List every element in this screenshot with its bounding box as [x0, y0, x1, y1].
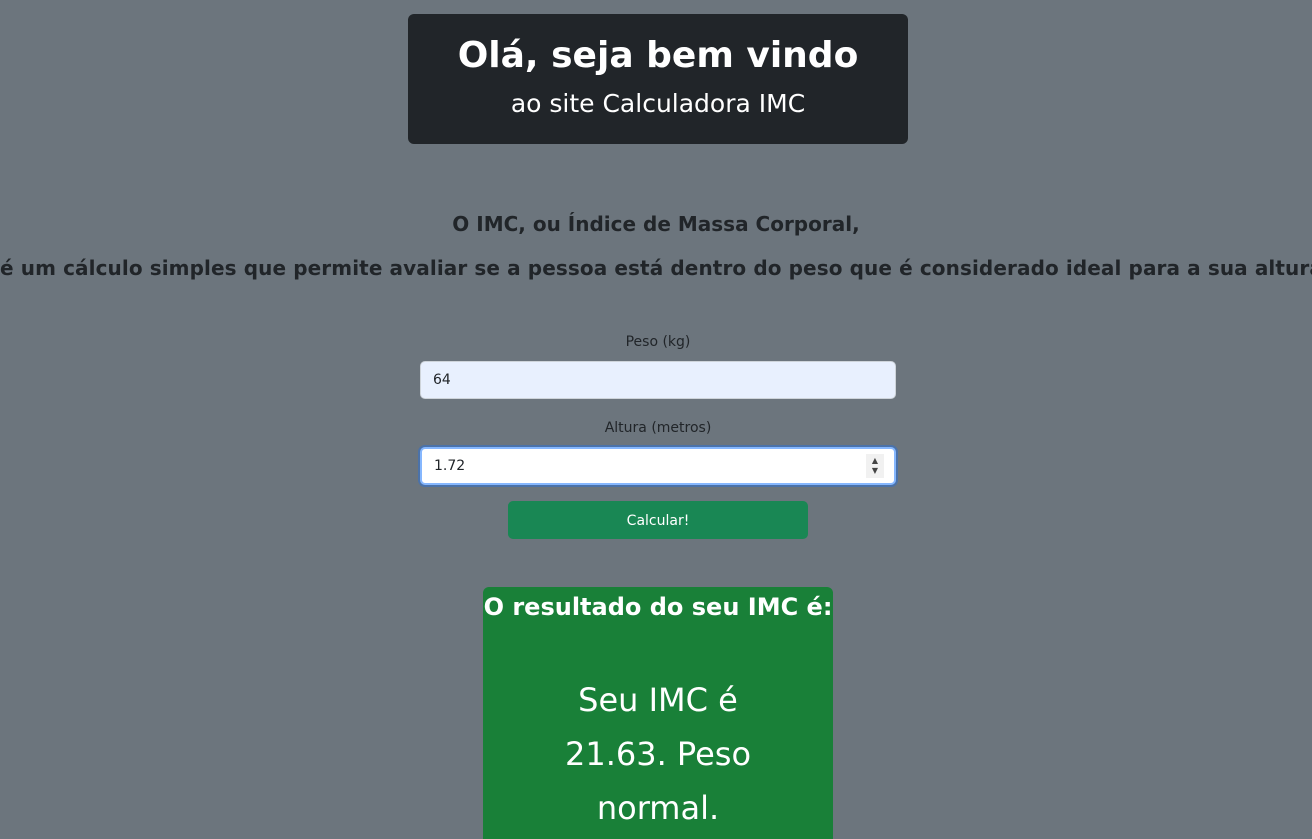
result-text: Seu IMC é 21.63. Peso normal. [564, 681, 752, 827]
calcular-button[interactable]: Calcular! [508, 501, 808, 539]
altura-label: Altura (metros) [604, 420, 712, 436]
welcome-title: Olá, seja bem vindo [457, 35, 859, 76]
peso-label: Peso (kg) [625, 334, 691, 350]
chevron-down-icon[interactable]: ▼ [872, 466, 878, 476]
page: Olá, seja bem vindo ao site Calculadora … [0, 0, 1312, 839]
result-heading: O resultado do seu IMC é: [483, 593, 833, 621]
peso-input[interactable] [420, 361, 896, 399]
intro-line-1: O IMC, ou Índice de Massa Corporal, [452, 212, 860, 236]
chevron-up-icon[interactable]: ▲ [872, 456, 878, 466]
altura-stepper[interactable]: ▲ ▼ [866, 454, 884, 478]
welcome-banner: Olá, seja bem vindo ao site Calculadora … [408, 14, 908, 144]
altura-input[interactable] [420, 447, 896, 485]
intro-line-2: é um cálculo simples que permite avaliar… [0, 256, 1312, 280]
welcome-subtitle: ao site Calculadora IMC [510, 89, 806, 118]
result-card: O resultado do seu IMC é: Seu IMC é 21.6… [483, 587, 833, 839]
